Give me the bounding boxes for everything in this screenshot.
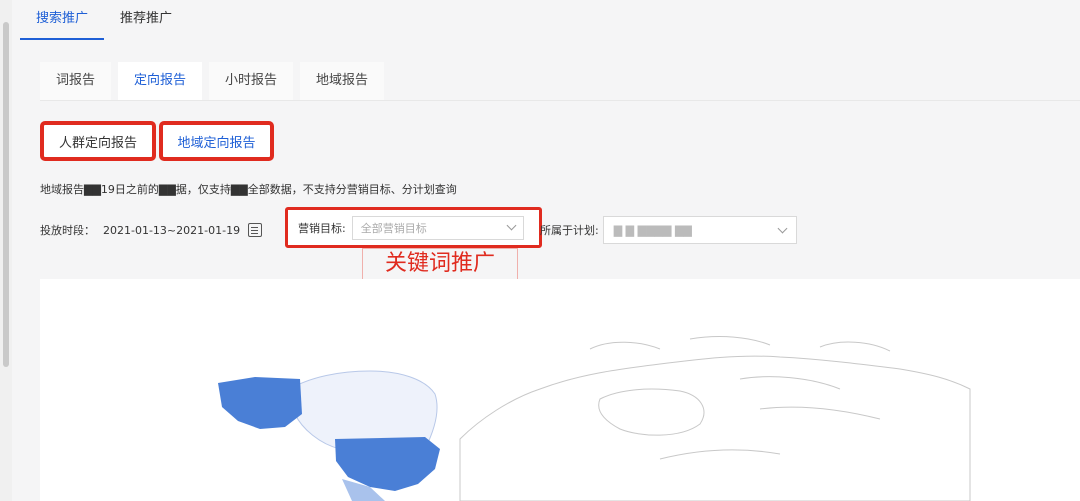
map-country-outline bbox=[589, 336, 891, 352]
plan-select[interactable]: ▇ ▇ ▇▇▇▇ ▇▇ bbox=[602, 216, 797, 244]
map-country-outline bbox=[598, 388, 705, 436]
goal-label: 营销目标: bbox=[298, 221, 346, 235]
top-tabs: 搜索推广 推荐推广 bbox=[20, 0, 188, 40]
chevron-down-icon bbox=[777, 223, 788, 233]
notice-text: 地域报告▇▇19日之前的▇▇据，仅支持▇▇全部数据，不支持分营销目标、分计划查询 bbox=[40, 183, 457, 196]
map-country-outline bbox=[459, 355, 971, 501]
plan-label: 所属于计划: bbox=[540, 224, 599, 237]
tab-keyword-report[interactable]: 词报告 bbox=[40, 62, 112, 100]
map-panel bbox=[40, 279, 1080, 501]
crowd-targeting-report-button[interactable]: 人群定向报告 bbox=[40, 121, 156, 161]
world-map[interactable] bbox=[40, 279, 1080, 501]
tab-recommend-promotion[interactable]: 推荐推广 bbox=[104, 0, 188, 40]
date-filter: 投放时段： 2021-01-13~2021-01-19 bbox=[40, 217, 262, 243]
tab-search-promotion[interactable]: 搜索推广 bbox=[20, 0, 105, 40]
calendar-icon[interactable] bbox=[248, 223, 262, 237]
annotation-label: 关键词推广 bbox=[362, 248, 518, 280]
tab-targeting-report[interactable]: 定向报告 bbox=[118, 62, 203, 100]
tab-region-report[interactable]: 地域报告 bbox=[300, 62, 385, 100]
plan-filter: 所属于计划: ▇ ▇ ▇▇▇▇ ▇▇ bbox=[540, 216, 797, 244]
marketing-goal-filter: 营销目标: 全部营销目标 bbox=[285, 207, 542, 248]
plan-value: ▇ ▇ ▇▇▇▇ ▇▇ bbox=[613, 223, 692, 237]
marketing-goal-select[interactable]: 全部营销目标 bbox=[351, 215, 524, 240]
chevron-down-icon bbox=[506, 220, 517, 231]
date-label: 投放时段： bbox=[40, 224, 95, 237]
scrollbar-thumb[interactable] bbox=[3, 22, 9, 367]
report-tabs: 词报告 定向报告 小时报告 地域报告 bbox=[40, 62, 391, 100]
page-scrollbar[interactable] bbox=[0, 0, 12, 501]
tab-hourly-report[interactable]: 小时报告 bbox=[209, 62, 294, 100]
goal-placeholder: 全部营销目标 bbox=[360, 221, 427, 235]
map-region-alaska bbox=[218, 377, 302, 429]
map-country-outline bbox=[659, 376, 881, 460]
tab-divider bbox=[40, 100, 1080, 101]
region-targeting-report-button[interactable]: 地域定向报告 bbox=[159, 121, 274, 161]
date-range-input[interactable]: 2021-01-13~2021-01-19 bbox=[103, 224, 248, 237]
